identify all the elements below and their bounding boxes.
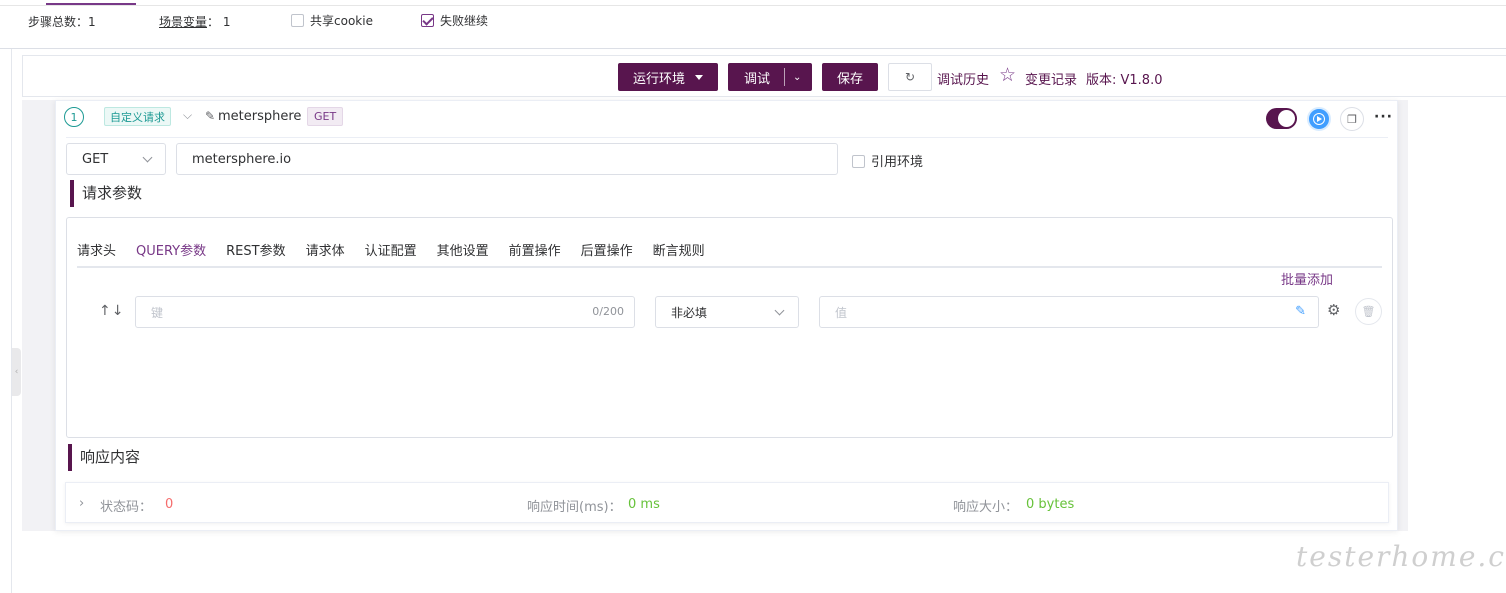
required-value: 非必填 <box>671 305 708 320</box>
params-section-title: 请求参数 <box>70 180 142 207</box>
debug-label[interactable]: 调试 <box>744 68 770 87</box>
url-input[interactable]: metersphere.io <box>176 143 838 175</box>
tab-auth[interactable]: 认证配置 <box>365 240 417 268</box>
step-type-tag: 自定义请求 <box>104 107 171 126</box>
run-env-button[interactable]: 运行环境 <box>618 63 718 91</box>
scene-variables-link[interactable]: 场景变量 <box>159 15 207 29</box>
refresh-button[interactable]: ↻ <box>888 63 932 91</box>
fail-continue-label: 失败继续 <box>440 14 489 28</box>
star-icon[interactable]: ☆ <box>999 66 1016 85</box>
tab-body[interactable]: 请求体 <box>306 240 345 268</box>
key-placeholder: 键 <box>151 305 164 320</box>
params-tabs: 请求头 QUERY参数 REST参数 请求体 认证配置 其他设置 前置操作 后置… <box>77 240 725 268</box>
scene-variables[interactable]: 场景变量： 1 <box>159 13 231 30</box>
pencil-icon[interactable]: ✎ <box>1295 304 1306 319</box>
status-code-value: 0 <box>165 497 174 512</box>
more-icon[interactable]: ··· <box>1374 109 1393 125</box>
copy-step-button[interactable]: ❐ <box>1340 107 1364 131</box>
chevron-down-icon <box>142 152 153 163</box>
step-total-value: 1 <box>88 15 96 29</box>
response-time-label: 响应时间(ms)： <box>527 500 622 515</box>
url-value: metersphere.io <box>192 151 292 167</box>
response-summary-bar[interactable] <box>65 482 1389 523</box>
fail-continue-checkbox[interactable]: 失败继续 <box>421 12 488 29</box>
value-placeholder: 值 <box>835 305 848 320</box>
scene-variables-value: 1 <box>222 15 231 29</box>
step-total-label: 步骤总数： <box>28 15 89 29</box>
tab-assertions[interactable]: 断言规则 <box>653 240 705 268</box>
chevron-down-icon[interactable]: ⌄ <box>793 72 801 83</box>
share-cookie-label: 共享cookie <box>310 14 373 28</box>
tab-post-processors[interactable]: 后置操作 <box>581 240 633 268</box>
step-name[interactable]: metersphere <box>218 109 301 124</box>
response-time-value: 0 ms <box>628 497 660 512</box>
chevron-left-icon: ‹ <box>14 367 19 377</box>
scene-variables-colon: ： <box>207 15 220 29</box>
caret-down-icon <box>695 74 703 80</box>
response-section-title: 响应内容 <box>68 444 140 471</box>
debug-split-button[interactable]: 调试 ⌄ <box>728 63 812 91</box>
param-key-input[interactable]: 键 0/200 <box>135 296 635 328</box>
save-button[interactable]: 保存 <box>822 63 878 91</box>
key-char-count: 0/200 <box>592 305 624 318</box>
response-size-value: 0 bytes <box>1026 497 1075 512</box>
tab-query-params[interactable]: QUERY参数 <box>136 240 207 268</box>
step-enable-toggle[interactable] <box>1266 108 1297 129</box>
run-env-label: 运行环境 <box>632 71 685 87</box>
tab-pre-processors[interactable]: 前置操作 <box>509 240 561 268</box>
param-value-input[interactable]: 值 ✎ <box>819 296 1319 328</box>
trash-icon: 🗑 <box>1361 305 1376 318</box>
copy-icon: ❐ <box>1347 112 1357 126</box>
debug-history-link[interactable]: 调试历史 <box>937 69 989 88</box>
refresh-icon: ↻ <box>904 70 916 84</box>
status-code-label: 状态码： <box>100 500 153 515</box>
sort-icon[interactable]: ↑↓ <box>99 303 124 319</box>
gear-icon[interactable]: ⚙ <box>1327 302 1340 318</box>
delete-row-button[interactable]: 🗑 <box>1355 298 1382 325</box>
method-tag: GET <box>307 107 344 126</box>
tab-rest-params[interactable]: REST参数 <box>226 240 285 268</box>
method-select[interactable]: GET <box>66 143 166 175</box>
split-divider <box>784 68 786 86</box>
version-label: 版本: V1.8.0 <box>1086 73 1163 88</box>
checkbox-checked-icon[interactable] <box>421 14 434 27</box>
header-divider <box>0 48 1506 49</box>
tabs-divider <box>77 266 1382 268</box>
chevron-right-icon[interactable]: › <box>79 496 84 511</box>
watermark: testerhome.com <box>1296 540 1506 573</box>
chevron-down-icon[interactable]: ⌵ <box>183 108 192 123</box>
checkbox-icon[interactable] <box>852 155 865 168</box>
step-header-divider <box>66 137 1388 138</box>
use-env-checkbox[interactable]: 引用环境 <box>852 151 923 170</box>
step-index-badge: 1 <box>64 107 84 127</box>
chevron-down-icon <box>774 305 785 316</box>
checkbox-icon[interactable] <box>291 14 304 27</box>
method-value: GET <box>82 151 109 167</box>
top-divider <box>0 5 1506 6</box>
use-env-label: 引用环境 <box>871 155 924 170</box>
run-step-button[interactable] <box>1307 107 1331 131</box>
save-label: 保存 <box>836 71 863 87</box>
play-icon <box>1313 113 1325 125</box>
step-total: 步骤总数：1 <box>28 13 96 30</box>
tab-headers[interactable]: 请求头 <box>77 240 116 268</box>
param-required-select[interactable]: 非必填 <box>655 296 799 328</box>
tab-other-settings[interactable]: 其他设置 <box>437 240 489 268</box>
collapse-handle[interactable]: ‹ <box>12 348 21 396</box>
share-cookie-checkbox[interactable]: 共享cookie <box>291 12 373 29</box>
batch-add-link[interactable]: 批量添加 <box>1281 269 1333 288</box>
change-record-link[interactable]: 变更记录 <box>1025 69 1077 88</box>
left-panel-border <box>11 49 12 593</box>
response-size-label: 响应大小： <box>953 500 1019 515</box>
edit-icon[interactable]: ✎ <box>205 109 215 123</box>
